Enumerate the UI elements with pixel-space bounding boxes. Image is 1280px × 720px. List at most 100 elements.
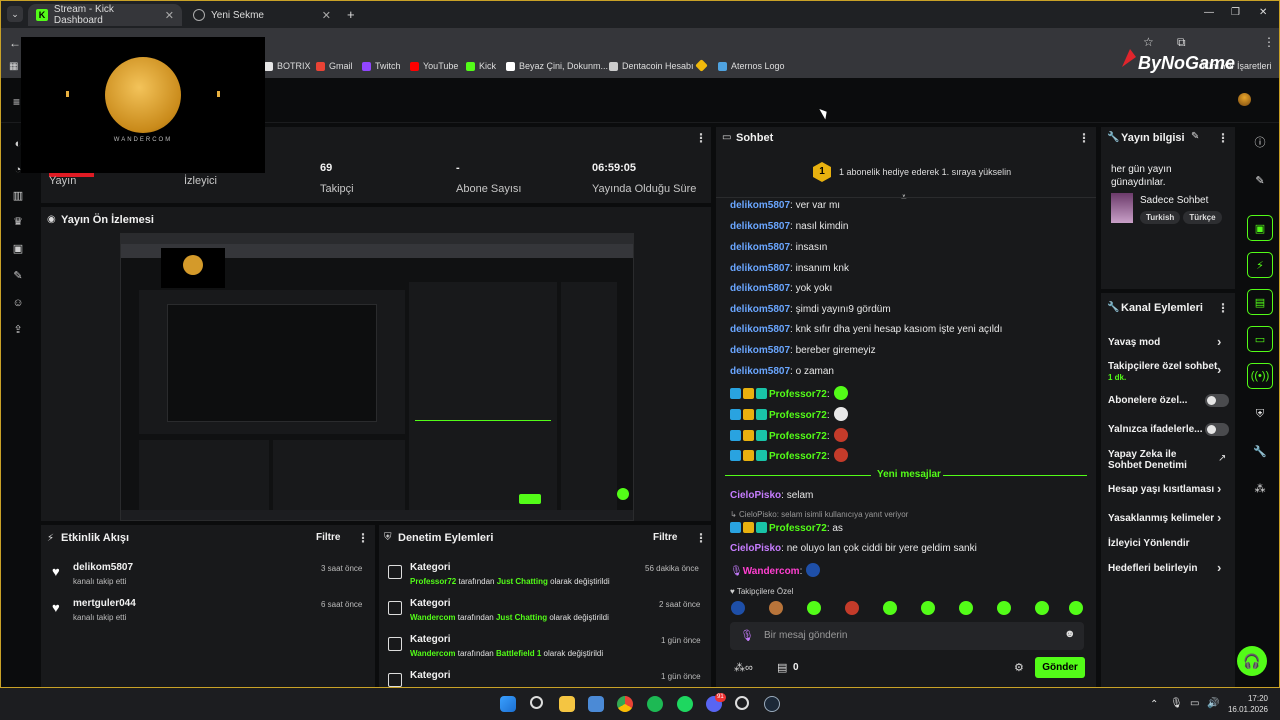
tab-kick-dashboard[interactable]: K Stream - Kick Dashboard ✕: [28, 4, 182, 26]
chat-input[interactable]: 🎙 Bir mesaj gönderin ☻: [730, 622, 1084, 650]
bookmark-gmail[interactable]: Gmail: [316, 61, 353, 71]
help-button[interactable]: 🎧: [1237, 646, 1267, 676]
bookmark-binance[interactable]: [695, 59, 708, 72]
emote-icon[interactable]: [1069, 601, 1083, 615]
info-icon[interactable]: ⓘ: [1247, 129, 1273, 155]
chevron-right-icon[interactable]: ›: [1217, 334, 1221, 349]
steam-icon[interactable]: [764, 696, 780, 712]
bookmark-beyaz-cini[interactable]: Beyaz Çini, Dokunm...: [506, 61, 608, 71]
tag-chip[interactable]: Türkçe: [1183, 211, 1222, 224]
stream-info-more-icon[interactable]: ⋮: [1217, 131, 1229, 145]
nav-media-icon[interactable]: ▣: [12, 243, 24, 255]
action-set-goals[interactable]: Hedefleri belirleyin: [1108, 563, 1197, 574]
emote-icon[interactable]: [769, 601, 783, 615]
bookmark-dentacoin[interactable]: Dentacoin Hesabı: [609, 61, 694, 71]
channel-points-icon[interactable]: ⁂∞: [734, 661, 753, 674]
activity-item-user[interactable]: mertguler044: [73, 598, 136, 609]
chevron-right-icon[interactable]: ›: [1217, 481, 1221, 496]
new-tab-button[interactable]: +: [347, 7, 355, 22]
chat-settings-icon[interactable]: ⚙: [1014, 661, 1024, 674]
apps-grid-icon[interactable]: ▦: [9, 61, 18, 72]
close-window-icon[interactable]: ✕: [1259, 7, 1267, 18]
subscribers-only-toggle[interactable]: [1205, 394, 1229, 407]
broadcast-toggle-icon[interactable]: ((•)): [1247, 363, 1273, 389]
tag-chip[interactable]: Turkish: [1140, 211, 1181, 224]
bookmark-youtube[interactable]: YouTube: [410, 61, 458, 71]
action-ai-moderation[interactable]: Yapay Zeka ile Sohbet Denetimi: [1108, 449, 1212, 471]
nav-trophy-icon[interactable]: ♛: [12, 216, 24, 228]
tab-list-dropdown-icon[interactable]: ⌄: [7, 6, 23, 22]
xbox-icon[interactable]: [647, 696, 663, 712]
chrome-icon[interactable]: [617, 696, 633, 712]
emote-icon[interactable]: [921, 601, 935, 615]
nav-analytics-icon[interactable]: ▥: [12, 190, 24, 202]
moderation-toggle-icon[interactable]: ⛨: [1247, 401, 1273, 427]
moderation-more-icon[interactable]: ⋮: [695, 531, 707, 545]
emote-icon[interactable]: [997, 601, 1011, 615]
app-icon[interactable]: [735, 696, 749, 710]
emote-icon[interactable]: [883, 601, 897, 615]
activity-item-user[interactable]: delikom5807: [73, 562, 133, 573]
stream-preview-toggle-icon[interactable]: ▣: [1247, 215, 1273, 241]
tray-chevron-icon[interactable]: ⌃: [1150, 699, 1158, 710]
network-icon[interactable]: ▭: [1190, 698, 1199, 709]
mic-icon[interactable]: 🎙: [740, 629, 754, 642]
user-avatar[interactable]: [1238, 93, 1251, 106]
emote-icon[interactable]: [1035, 601, 1049, 615]
clock-time[interactable]: 17:20: [1228, 694, 1268, 703]
back-icon[interactable]: ←: [9, 36, 21, 50]
activity-toggle-icon[interactable]: ⚡: [1247, 252, 1273, 278]
mic-tray-icon[interactable]: 🎙: [1170, 698, 1183, 709]
edit-icon[interactable]: ✎: [1247, 167, 1273, 193]
browser-menu-icon[interactable]: ⋮: [1263, 35, 1275, 49]
bookmark-aternos[interactable]: Aternos Logo: [718, 61, 785, 71]
close-tab-icon[interactable]: ✕: [322, 9, 331, 22]
chevron-right-icon[interactable]: ›: [1217, 510, 1221, 525]
category-name[interactable]: Sadece Sohbet: [1140, 195, 1208, 206]
nav-tools-icon[interactable]: ✎: [12, 270, 24, 282]
action-slow-mode[interactable]: Yavaş mod: [1108, 337, 1160, 348]
file-explorer-icon[interactable]: [559, 696, 575, 712]
edit-stream-info-icon[interactable]: ✎: [1191, 131, 1199, 142]
tab-new-tab[interactable]: Yeni Sekme ✕: [185, 4, 339, 26]
action-followers-only[interactable]: Takipçilere özel sohbet: [1108, 361, 1217, 372]
send-button[interactable]: Gönder: [1035, 657, 1085, 678]
chat-more-icon[interactable]: ⋮: [1078, 131, 1090, 145]
search-icon[interactable]: [530, 696, 543, 709]
close-tab-icon[interactable]: ✕: [165, 9, 174, 22]
windows-start-icon[interactable]: [500, 696, 516, 712]
external-link-icon[interactable]: ↗: [1218, 453, 1226, 464]
hamburger-menu-icon[interactable]: ≡: [13, 95, 20, 109]
preview-video[interactable]: [120, 233, 634, 521]
chevron-right-icon[interactable]: ›: [1217, 362, 1221, 377]
gift-icon[interactable]: ▤: [777, 661, 787, 674]
gift-sub-banner[interactable]: 1 abonelik hediye ederek 1. sıraya yükse…: [839, 167, 1011, 177]
emote-icon[interactable]: [959, 601, 973, 615]
chevron-right-icon[interactable]: ›: [1217, 560, 1221, 575]
bookmark-twitch[interactable]: Twitch: [362, 61, 401, 71]
nav-community-icon[interactable]: ☺: [12, 297, 24, 309]
emoji-picker-icon[interactable]: ☻: [1064, 628, 1076, 640]
minimize-icon[interactable]: —: [1204, 7, 1214, 18]
action-banned-words[interactable]: Yasaklanmış kelimeler: [1108, 513, 1214, 524]
clock-date[interactable]: 16.01.2026: [1218, 705, 1268, 714]
emote-icon[interactable]: [731, 601, 745, 615]
store-icon[interactable]: [588, 696, 604, 712]
restore-icon[interactable]: ❐: [1231, 7, 1240, 18]
emotes-only-toggle[interactable]: [1205, 423, 1229, 436]
emote-icon[interactable]: [807, 601, 821, 615]
activity-more-icon[interactable]: ⋮: [357, 531, 369, 545]
action-host-viewers[interactable]: İzleyici Yönlendir: [1108, 538, 1190, 549]
action-account-age[interactable]: Hesap yaşı kısıtlaması: [1108, 484, 1214, 495]
bookmark-botrix[interactable]: BOTRIX: [264, 61, 311, 71]
moderation-filter-button[interactable]: Filtre: [653, 532, 677, 543]
activity-filter-button[interactable]: Filtre: [316, 532, 340, 543]
notes-toggle-icon[interactable]: ▤: [1247, 289, 1273, 315]
tools-toggle-icon[interactable]: 🔧: [1247, 438, 1273, 464]
emote-icon[interactable]: [845, 601, 859, 615]
channel-actions-more-icon[interactable]: ⋮: [1217, 301, 1229, 315]
bookmark-kick[interactable]: Kick: [466, 61, 496, 71]
points-toggle-icon[interactable]: ⁂: [1247, 475, 1273, 501]
nav-upload-icon[interactable]: ⇪: [12, 324, 24, 336]
stats-more-icon[interactable]: ⋮: [695, 131, 707, 145]
